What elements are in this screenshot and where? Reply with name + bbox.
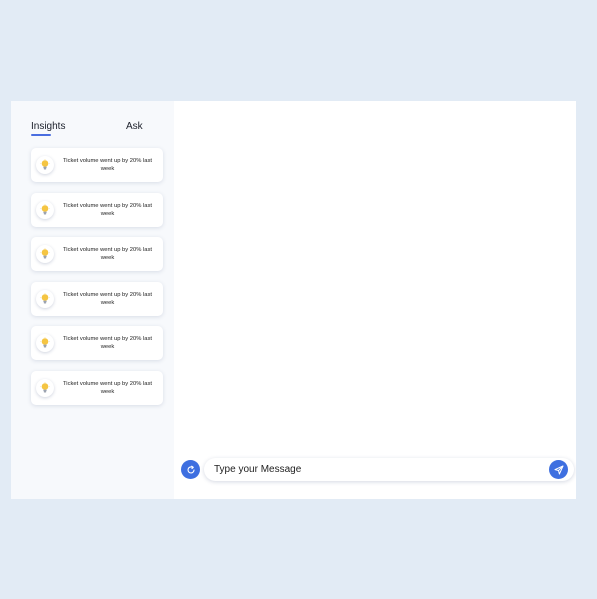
message-bar bbox=[204, 458, 574, 481]
insight-card[interactable]: Ticket volume went up by 20% last week bbox=[31, 148, 163, 182]
lightbulb-icon bbox=[36, 378, 54, 397]
lightbulb-icon bbox=[36, 156, 54, 174]
lightbulb-icon bbox=[36, 334, 54, 352]
insight-card[interactable]: Ticket volume went up by 20% last week bbox=[31, 192, 163, 227]
lightbulb-icon bbox=[36, 200, 54, 219]
refresh-button[interactable] bbox=[181, 460, 200, 479]
app-window: Insights Ask Ticket volume went up by 20… bbox=[11, 101, 576, 499]
insight-text: Ticket volume went up by 20% last week bbox=[62, 158, 153, 172]
active-tab-indicator bbox=[31, 134, 51, 136]
insight-card[interactable]: Ticket volume went up by 20% last week bbox=[31, 326, 163, 360]
insight-card[interactable]: Ticket volume went up by 20% last week bbox=[31, 370, 163, 405]
lightbulb-icon bbox=[36, 289, 54, 308]
tab-insights[interactable]: Insights bbox=[31, 121, 65, 132]
chat-area bbox=[174, 101, 576, 499]
sidebar: Insights Ask Ticket volume went up by 20… bbox=[11, 101, 174, 499]
send-icon bbox=[554, 465, 563, 474]
refresh-icon bbox=[187, 465, 195, 473]
lightbulb-icon bbox=[36, 245, 54, 263]
send-button[interactable] bbox=[549, 460, 568, 479]
insight-card[interactable]: Ticket volume went up by 20% last week bbox=[31, 237, 163, 271]
tab-ask[interactable]: Ask bbox=[126, 121, 143, 132]
insight-text: Ticket volume went up by 20% last week bbox=[62, 202, 153, 217]
message-input[interactable] bbox=[214, 462, 534, 477]
insight-text: Ticket volume went up by 20% last week bbox=[62, 380, 153, 395]
insight-text: Ticket volume went up by 20% last week bbox=[62, 247, 153, 261]
insight-card[interactable]: Ticket volume went up by 20% last week bbox=[31, 281, 163, 316]
insight-text: Ticket volume went up by 20% last week bbox=[62, 336, 153, 350]
insight-list: Ticket volume went up by 20% last week T… bbox=[31, 148, 163, 415]
insight-text: Ticket volume went up by 20% last week bbox=[62, 291, 153, 306]
